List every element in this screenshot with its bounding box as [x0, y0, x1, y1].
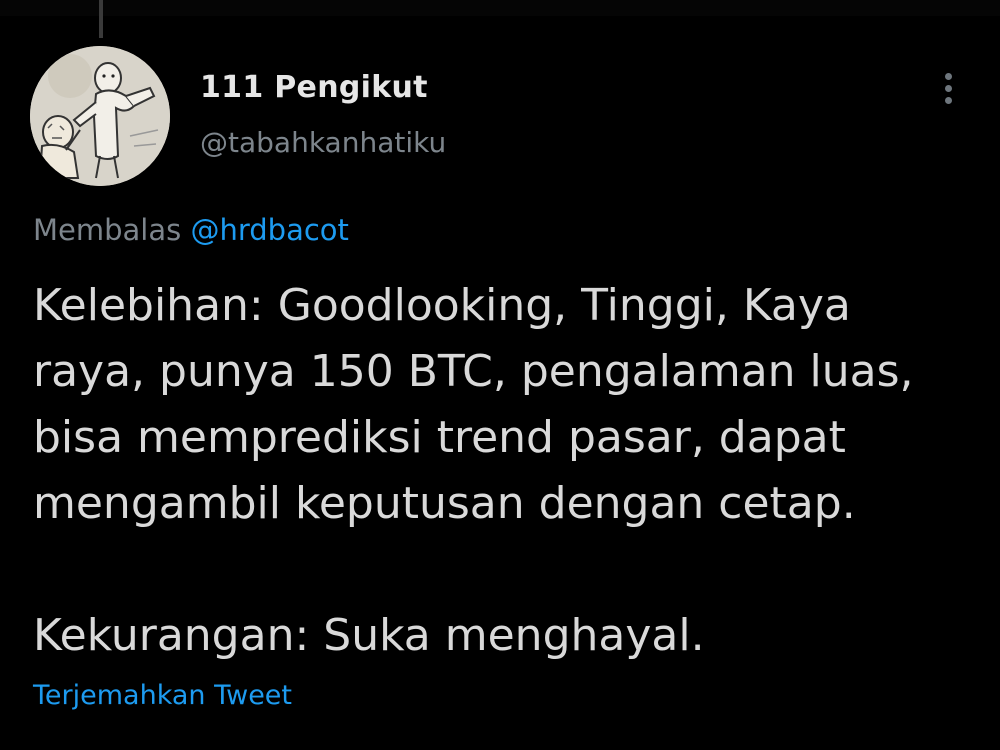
replying-to-label: Membalas — [33, 213, 182, 247]
replying-to: Membalas @hrdbacot — [33, 213, 349, 247]
tweet-paragraph-1: Kelebihan: Goodlooking, Tinggi, Kaya ray… — [33, 280, 914, 529]
more-vertical-icon-dot — [944, 96, 952, 104]
more-vertical-icon — [944, 72, 952, 80]
tweet-paragraph-2: Kekurangan: Suka menghayal. — [33, 610, 705, 661]
thread-connector-line — [99, 0, 103, 38]
username[interactable]: @tabahkanhatiku — [200, 126, 446, 159]
translate-tweet-link[interactable]: Terjemahkan Tweet — [33, 680, 292, 711]
cartoon-avatar-icon — [30, 46, 170, 186]
more-options-button[interactable] — [930, 66, 966, 110]
top-edge — [0, 0, 1000, 16]
reply-handle-link[interactable]: @hrdbacot — [190, 213, 348, 247]
more-vertical-icon-dot — [944, 84, 952, 92]
tweet-body: Kelebihan: Goodlooking, Tinggi, Kaya ray… — [33, 273, 983, 669]
display-name[interactable]: 111 Pengikut — [200, 70, 428, 105]
avatar[interactable] — [30, 46, 170, 186]
